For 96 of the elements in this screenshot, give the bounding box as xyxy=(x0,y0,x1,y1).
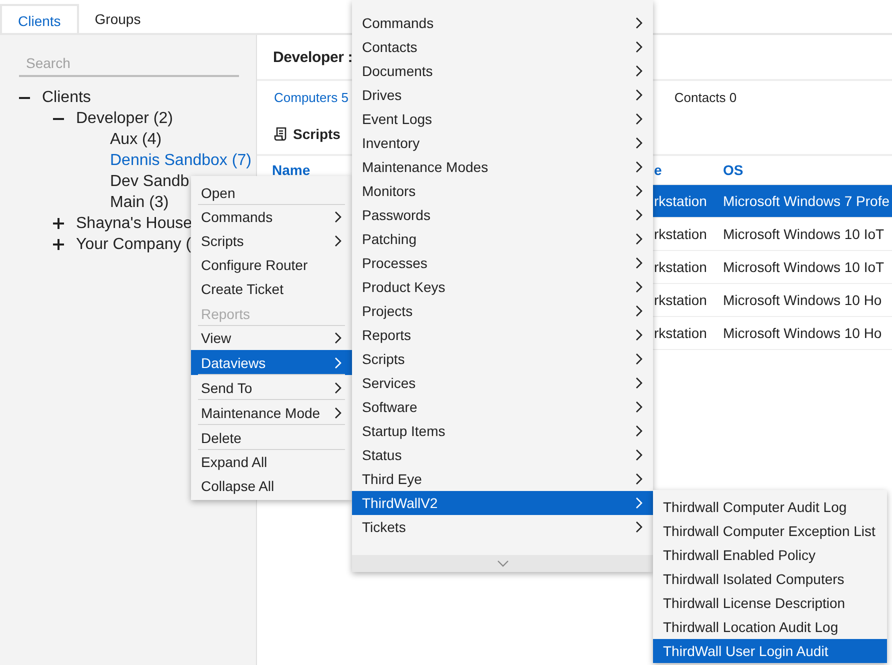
menu-item[interactable]: Scripts xyxy=(191,229,352,253)
chevron-right-icon xyxy=(334,382,342,394)
menu-item[interactable]: Scripts xyxy=(352,347,653,371)
tree-item[interactable]: Aux (4) xyxy=(110,130,162,148)
chevron-down-icon xyxy=(496,560,508,567)
menu-item[interactable]: Monitors xyxy=(352,179,653,203)
tree-item[interactable]: Clients xyxy=(42,88,91,106)
chevron-right-icon xyxy=(334,332,342,344)
search-field[interactable]: Search xyxy=(19,51,239,77)
menu-item[interactable]: Documents xyxy=(352,59,653,83)
table-cell: rkstation xyxy=(654,259,707,275)
expand-icon[interactable] xyxy=(53,218,64,229)
menu-item[interactable]: Product Keys xyxy=(352,275,653,299)
chevron-right-icon xyxy=(635,65,643,77)
chevron-right-icon xyxy=(635,401,643,413)
menu-item[interactable]: Reports xyxy=(352,323,653,347)
table-cell: Microsoft Windows 10 IoT xyxy=(723,226,884,242)
chevron-right-icon xyxy=(635,41,643,53)
chevron-right-icon xyxy=(635,137,643,149)
menu-item[interactable]: Third Eye xyxy=(352,467,653,491)
tree-item[interactable]: Shayna's House xyxy=(76,214,192,232)
tree-item[interactable]: Dennis Sandbox (7) xyxy=(110,152,252,170)
menu-item[interactable]: Configure Router xyxy=(191,253,352,277)
chevron-right-icon xyxy=(635,185,643,197)
menu-item[interactable]: Inventory xyxy=(352,131,653,155)
table-cell: Microsoft Windows 7 Profe xyxy=(723,193,890,209)
menu-item[interactable]: ThirdWall User Login Audit xyxy=(653,639,887,663)
chevron-right-icon xyxy=(334,211,342,223)
table-cell: rkstation xyxy=(654,226,707,242)
section-title: Scripts xyxy=(293,126,340,142)
menu-item[interactable]: Thirdwall Computer Audit Log xyxy=(653,495,887,519)
menu-item[interactable]: Thirdwall Enabled Policy xyxy=(653,543,887,567)
menu-item[interactable]: Thirdwall Computer Exception List xyxy=(653,519,887,543)
table-cell: Microsoft Windows 10 Ho xyxy=(723,292,882,308)
tree-item[interactable]: Developer (2) xyxy=(76,110,173,128)
menu-item[interactable]: ThirdWallV2 xyxy=(352,491,653,515)
table-cell: Microsoft Windows 10 IoT xyxy=(723,259,884,275)
page-title: Developer : xyxy=(273,48,352,66)
chevron-right-icon xyxy=(635,497,643,509)
table-cell: rkstation xyxy=(654,193,707,209)
chevron-right-icon xyxy=(635,257,643,269)
chevron-right-icon xyxy=(635,521,643,533)
chevron-right-icon xyxy=(334,406,342,418)
menu-item[interactable]: Collapse All xyxy=(191,474,352,498)
column-header[interactable]: e xyxy=(654,162,662,178)
chevron-right-icon xyxy=(635,209,643,221)
menu-item[interactable]: Contacts xyxy=(352,35,653,59)
menu-item[interactable]: Patching xyxy=(352,227,653,251)
menu-item[interactable]: Thirdwall Isolated Computers xyxy=(653,567,887,591)
script-icon xyxy=(274,126,287,140)
menu-item[interactable]: Status xyxy=(352,443,653,467)
menu-item[interactable]: Dataviews xyxy=(191,350,352,375)
table-cell: Microsoft Windows 10 Ho xyxy=(723,325,882,341)
tab[interactable]: Computers 5 xyxy=(274,90,348,104)
menu-item[interactable]: Tickets xyxy=(352,515,653,539)
menu-item[interactable]: Passwords xyxy=(352,203,653,227)
menu-item[interactable]: Startup Items xyxy=(352,419,653,443)
menu-item[interactable]: View xyxy=(191,326,352,350)
chevron-right-icon xyxy=(635,449,643,461)
menu-item[interactable]: Processes xyxy=(352,251,653,275)
chevron-right-icon xyxy=(635,353,643,365)
tree-item[interactable]: Your Company ( xyxy=(76,236,192,254)
chevron-right-icon xyxy=(635,425,643,437)
chevron-right-icon xyxy=(635,305,643,317)
chevron-right-icon xyxy=(635,17,643,29)
menu-item[interactable]: Thirdwall License Description xyxy=(653,591,887,615)
menu-item[interactable]: Create Ticket xyxy=(191,277,352,301)
menu-item[interactable]: Services xyxy=(352,371,653,395)
column-header[interactable]: Name xyxy=(272,162,310,178)
chevron-right-icon xyxy=(635,233,643,245)
chevron-right-icon xyxy=(635,89,643,101)
tab[interactable]: Clients xyxy=(0,4,79,33)
menu-item[interactable]: Drives xyxy=(352,83,653,107)
menu-item[interactable]: Software xyxy=(352,395,653,419)
chevron-right-icon xyxy=(635,473,643,485)
chevron-right-icon xyxy=(635,377,643,389)
column-header[interactable]: OS xyxy=(723,162,744,178)
chevron-right-icon xyxy=(635,113,643,125)
chevron-right-icon xyxy=(334,235,342,247)
menu-item[interactable]: Commands xyxy=(191,205,352,229)
menu-item[interactable]: Expand All xyxy=(191,450,352,474)
chevron-right-icon xyxy=(635,329,643,341)
table-cell: rkstation xyxy=(654,325,707,341)
tree-item[interactable]: Main (3) xyxy=(110,194,169,212)
menu-item[interactable]: Event Logs xyxy=(352,107,653,131)
chevron-right-icon xyxy=(635,161,643,173)
menu-item[interactable]: Commands xyxy=(352,11,653,35)
menu-item[interactable]: Projects xyxy=(352,299,653,323)
menu-item[interactable]: Maintenance Modes xyxy=(352,155,653,179)
chevron-right-icon xyxy=(635,281,643,293)
table-cell: rkstation xyxy=(654,292,707,308)
tab[interactable]: Contacts 0 xyxy=(674,90,737,104)
tree-item[interactable]: Dev Sandb xyxy=(110,172,190,190)
menu-item[interactable]: Thirdwall Location Audit Log xyxy=(653,615,887,639)
expand-icon[interactable] xyxy=(53,239,64,250)
chevron-right-icon xyxy=(334,356,342,368)
